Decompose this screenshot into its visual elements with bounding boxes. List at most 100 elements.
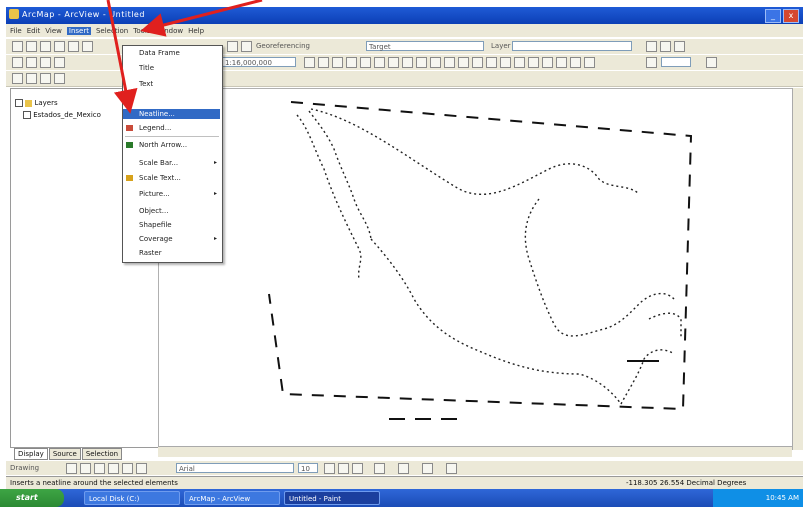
menu-window[interactable]: Window	[156, 27, 184, 35]
font-size-mini-field[interactable]	[661, 57, 691, 67]
add-data-icon[interactable]	[54, 57, 65, 68]
fill-color-icon[interactable]	[398, 463, 409, 474]
open-icon[interactable]	[26, 41, 37, 52]
pan-tool-icon[interactable]	[360, 57, 371, 68]
menu-view[interactable]: View	[45, 27, 62, 35]
neatline-frame[interactable]	[268, 101, 693, 411]
fixed-zoom-out-icon[interactable]	[402, 57, 413, 68]
menu-item-picture[interactable]: Picture... ▸	[123, 189, 220, 199]
layout-full-icon[interactable]	[54, 73, 65, 84]
menu-file[interactable]: File	[10, 27, 22, 35]
help-tool-icon[interactable]	[584, 57, 595, 68]
measure-icon[interactable]	[674, 41, 685, 52]
menu-item-data-frame[interactable]: Data Frame	[123, 48, 220, 58]
menu-item-north-arrow[interactable]: North Arrow...	[123, 140, 220, 150]
editor-icon[interactable]	[304, 57, 315, 68]
task-paint[interactable]: Untitled - Paint	[284, 491, 380, 505]
menu-item-object[interactable]: Object...	[123, 206, 220, 216]
rectangle-draw-icon[interactable]	[108, 463, 119, 474]
menu-selection[interactable]: Selection	[96, 27, 128, 35]
marker-color-icon[interactable]	[446, 463, 457, 474]
arctoolbox-icon[interactable]	[318, 57, 329, 68]
tab-display[interactable]: Display	[14, 448, 48, 460]
editor-toolbar-icon[interactable]	[646, 57, 657, 68]
bold-icon[interactable]	[324, 463, 335, 474]
underline-icon[interactable]	[352, 463, 363, 474]
forward-extent-icon[interactable]	[430, 57, 441, 68]
text-icon[interactable]	[122, 463, 133, 474]
task-arcmap[interactable]: ArcMap - ArcView	[184, 491, 280, 505]
hyperlink-icon[interactable]	[500, 57, 511, 68]
menu-item-raster[interactable]: Raster	[123, 248, 220, 258]
task-local-disk[interactable]: Local Disk (C:)	[84, 491, 180, 505]
toc-layers-row[interactable]: Layers	[15, 99, 58, 107]
start-button[interactable]: start	[0, 489, 64, 507]
layout-zoom-out-icon[interactable]	[26, 73, 37, 84]
font-size-dropdown[interactable]: 10	[298, 463, 318, 473]
layer-checkbox-icon[interactable]	[23, 111, 31, 119]
tab-selection[interactable]: Selection	[81, 448, 123, 460]
font-dropdown[interactable]: Arial	[176, 463, 294, 473]
toc-estados-row[interactable]: Estados_de_Mexico	[23, 111, 101, 119]
minimize-button[interactable]: _	[765, 9, 781, 23]
menu-item-coverage[interactable]: Coverage ▸	[123, 234, 220, 244]
measure-tool-icon[interactable]	[514, 57, 525, 68]
go-to-xy-icon[interactable]	[570, 57, 581, 68]
target-layer-dropdown[interactable]: Target	[366, 41, 484, 51]
identify-icon[interactable]	[646, 41, 657, 52]
redo-icon[interactable]	[40, 57, 51, 68]
menu-item-shapefile[interactable]: Shapefile	[123, 220, 220, 230]
menu-item-scale-bar[interactable]: Scale Bar... ▸	[123, 158, 220, 168]
layer-checkbox-icon[interactable]	[15, 99, 23, 107]
close-button[interactable]: x	[783, 9, 799, 23]
font-color-icon[interactable]	[374, 463, 385, 474]
menu-item-neatline[interactable]: Neatline...	[123, 109, 220, 119]
print-icon[interactable]	[54, 41, 65, 52]
menu-tools[interactable]: Tools	[133, 27, 150, 35]
identify-tool-icon[interactable]	[472, 57, 483, 68]
menu-insert[interactable]: Insert	[66, 26, 91, 35]
layout-toolbar-icon[interactable]	[706, 57, 717, 68]
menu-item-text[interactable]: Text	[123, 79, 220, 89]
map-layout-view[interactable]	[158, 88, 794, 448]
scale-field[interactable]: 1:16,000,000	[222, 57, 296, 67]
full-extent-icon[interactable]	[374, 57, 385, 68]
italic-icon[interactable]	[338, 463, 349, 474]
menu-edit[interactable]: Edit	[27, 27, 41, 35]
rotate-icon[interactable]	[80, 463, 91, 474]
zoom-whole-page-icon[interactable]	[94, 463, 105, 474]
line-color-icon[interactable]	[422, 463, 433, 474]
find-icon[interactable]	[660, 41, 671, 52]
cut-icon[interactable]	[68, 41, 79, 52]
new-icon[interactable]	[12, 41, 23, 52]
save-icon[interactable]	[40, 41, 51, 52]
copy-icon[interactable]	[82, 41, 93, 52]
select-features-icon[interactable]	[444, 57, 455, 68]
html-popup-icon[interactable]	[556, 57, 567, 68]
tab-source[interactable]: Source	[48, 448, 81, 460]
layout-pan-icon[interactable]	[40, 73, 51, 84]
zoom-out-tool-icon[interactable]	[346, 57, 357, 68]
zoom-in-icon[interactable]	[227, 41, 238, 52]
menu-item-legend[interactable]: Legend...	[123, 123, 220, 133]
horizontal-scrollbar[interactable]	[158, 446, 792, 457]
menu-item-title[interactable]: Title	[123, 63, 220, 73]
drawing-label[interactable]: Drawing	[10, 464, 39, 472]
swipe-icon[interactable]	[528, 57, 539, 68]
select-elements-arrow-icon[interactable]	[66, 463, 77, 474]
new-document-icon[interactable]	[12, 57, 23, 68]
map-canvas[interactable]	[159, 89, 793, 447]
callout-icon[interactable]	[136, 463, 147, 474]
layer-dropdown[interactable]	[512, 41, 632, 51]
menu-help[interactable]: Help	[188, 27, 204, 35]
time-slider-icon[interactable]	[542, 57, 553, 68]
menu-item-scale-text[interactable]: Scale Text...	[123, 173, 220, 183]
zoom-in-tool-icon[interactable]	[332, 57, 343, 68]
find-tool-icon[interactable]	[486, 57, 497, 68]
undo-icon[interactable]	[26, 57, 37, 68]
vertical-scrollbar[interactable]	[792, 88, 803, 450]
pan-icon[interactable]	[241, 41, 252, 52]
select-elements-icon[interactable]	[458, 57, 469, 68]
fixed-zoom-in-icon[interactable]	[388, 57, 399, 68]
back-extent-icon[interactable]	[416, 57, 427, 68]
